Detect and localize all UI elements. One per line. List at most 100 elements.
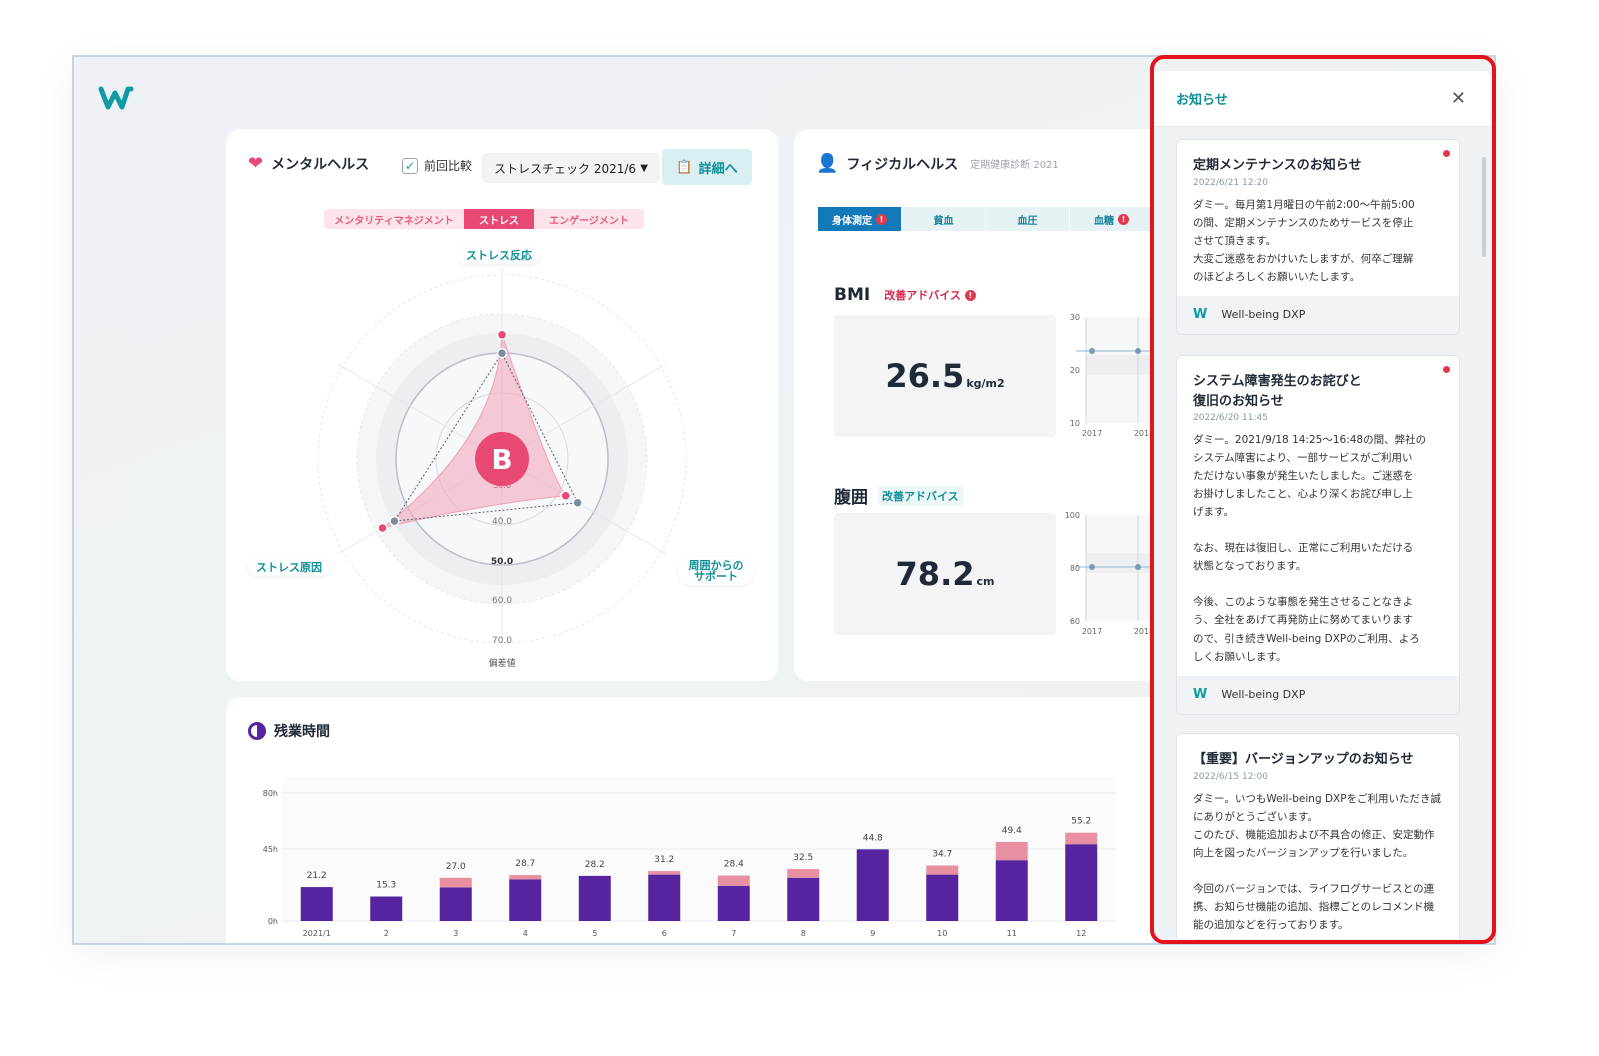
overtime-data-label: 31.2 bbox=[654, 855, 674, 865]
physical-health-card: 👤 フィジカルヘルス 定期健康診断 2021 身体測定! 貧血 血圧 血糖! BMI … bbox=[794, 129, 1194, 681]
physical-tab-label: 血圧 bbox=[1017, 215, 1038, 227]
overtime-data-label: 27.0 bbox=[446, 862, 466, 872]
notification-body: 【重要】バージョンアップのお知らせ 2022/6/15 12:00 ダミー。いつもW… bbox=[1177, 734, 1459, 939]
overtime-bar-base bbox=[787, 877, 820, 921]
bmi-value-box: 26.5 kg/m2 bbox=[834, 315, 1056, 437]
notification-card[interactable]: システム障害発生のお詫びと 復旧のお知らせ 2022/6/20 11:45 ダミー。… bbox=[1176, 355, 1460, 715]
notification-title-text: システム障害発生のお詫びと 復旧のお知らせ bbox=[1193, 374, 1362, 409]
close-icon[interactable]: ✕ bbox=[1451, 88, 1466, 109]
overtime-x-tick: 2021/1 bbox=[303, 929, 331, 938]
overtime-data-label: 49.4 bbox=[1002, 826, 1022, 836]
notification-scrollbar[interactable] bbox=[1482, 157, 1486, 257]
overtime-x-tick: 11 bbox=[1007, 929, 1017, 938]
overtime-bar-base bbox=[1065, 844, 1098, 921]
radar-axis-support: 周囲からのサポート bbox=[678, 557, 754, 585]
overtime-bar-base bbox=[926, 874, 959, 921]
overtime-x-tick: 9 bbox=[870, 929, 875, 938]
overtime-x-tick: 3 bbox=[453, 929, 458, 938]
waist-value: 78.2 bbox=[895, 555, 975, 593]
overtime-bar-extra bbox=[648, 871, 681, 875]
overtime-data-label: 55.2 bbox=[1071, 817, 1091, 827]
overtime-bar-base bbox=[439, 887, 472, 921]
overtime-x-tick: 2 bbox=[384, 929, 389, 938]
physical-tab-label: 身体測定 bbox=[832, 215, 872, 227]
mental-health-card: ❤ メンタルヘルス ✓ 前回比較 ストレスチェック 2021/6 ▼ 📋 詳細へ… bbox=[226, 129, 778, 681]
notification-header: お知らせ ✕ bbox=[1150, 71, 1490, 127]
overtime-bar-extra bbox=[787, 869, 820, 878]
bmi-label-row: BMI 改善アドバイス! bbox=[834, 285, 980, 305]
chart-y-tick: 0h bbox=[268, 917, 278, 926]
waist-value-box: 78.2 cm bbox=[834, 513, 1056, 635]
overtime-bar-extra bbox=[926, 865, 959, 875]
app-logo[interactable] bbox=[98, 83, 134, 113]
physical-tab[interactable]: 身体測定! bbox=[818, 207, 902, 231]
physical-tab[interactable]: 貧血 bbox=[902, 207, 986, 231]
physical-tab[interactable]: 血圧 bbox=[986, 207, 1070, 231]
overtime-data-label: 44.8 bbox=[863, 833, 883, 843]
overtime-bar-extra bbox=[717, 875, 750, 886]
overtime-data-label: 32.5 bbox=[793, 853, 813, 863]
overtime-x-tick: 10 bbox=[937, 929, 947, 938]
radar-scale-label: 70.0 bbox=[492, 636, 512, 646]
overtime-bar-base bbox=[995, 860, 1028, 921]
unread-dot-icon bbox=[1443, 150, 1450, 157]
physical-tab[interactable]: 血糖! bbox=[1070, 207, 1154, 231]
radar-previous-point bbox=[572, 497, 583, 508]
notification-date: 2022/6/20 11:45 bbox=[1193, 413, 1268, 423]
overtime-bar-base bbox=[717, 885, 750, 921]
waist-label-row: 腹囲 改善アドバイス bbox=[834, 483, 963, 508]
radar-scale-title: 偏差値 bbox=[488, 657, 515, 669]
overtime-bar-extra bbox=[995, 841, 1028, 861]
mini-chart-point bbox=[1135, 348, 1141, 354]
overtime-bar-base bbox=[578, 875, 611, 921]
notification-card[interactable]: 定期メンテナンスのお知らせ 2022/6/21 12:20 ダミー。毎月第1月曜日の… bbox=[1176, 139, 1460, 335]
overtime-data-label: 15.3 bbox=[376, 881, 396, 891]
bmi-advice-link[interactable]: 改善アドバイス! bbox=[880, 285, 980, 305]
unread-dot-icon bbox=[1443, 366, 1450, 373]
mini-chart-x-tick: 2017 bbox=[1082, 627, 1102, 636]
notification-footer: W Well-being DXP bbox=[1177, 675, 1459, 714]
mini-chart-y-tick: 20 bbox=[1070, 366, 1080, 375]
overtime-data-label: 28.7 bbox=[515, 859, 535, 869]
source-logo-icon: W bbox=[1193, 687, 1208, 703]
bmi-name: BMI bbox=[834, 285, 871, 305]
radar-scale-label: 50.0 bbox=[491, 557, 513, 567]
notification-card[interactable]: 【重要】バージョンアップのお知らせ 2022/6/15 12:00 ダミー。いつもW… bbox=[1176, 733, 1460, 939]
overtime-x-tick: 6 bbox=[662, 929, 667, 938]
overtime-bar-base bbox=[648, 874, 681, 921]
notification-date: 2022/6/15 12:00 bbox=[1193, 771, 1268, 782]
physical-tab-label: 血糖 bbox=[1094, 215, 1114, 227]
mini-chart-point bbox=[1089, 564, 1095, 570]
overtime-x-tick: 7 bbox=[731, 929, 736, 938]
physical-health-subtitle: 定期健康診断 2021 bbox=[970, 160, 1059, 171]
radar-axis-stress-cause: ストレス原因 bbox=[248, 559, 330, 576]
overtime-title: 残業時間 bbox=[274, 724, 330, 740]
source-logo-icon: W bbox=[1193, 307, 1208, 323]
notification-title-text: 【重要】バージョンアップのお知らせ bbox=[1193, 752, 1414, 767]
mini-chart-y-tick: 10 bbox=[1070, 419, 1080, 428]
overtime-bar-base bbox=[300, 887, 333, 921]
notification-date: 2022/6/21 12:20 bbox=[1193, 177, 1268, 188]
overtime-data-label: 34.7 bbox=[932, 849, 952, 859]
physical-tab-label: 貧血 bbox=[933, 215, 954, 227]
radar-axis-stress-reaction: ストレス反応 bbox=[458, 247, 540, 264]
overtime-bar-chart: 80h 45h 0h 21.2 2021/1 15.3 2 27.0 3 28.7 4 28.2 5 31… bbox=[263, 777, 1116, 938]
notification-title-text: 定期メンテナンスのお知らせ bbox=[1193, 158, 1362, 173]
notification-text: ダミー。2021/9/18 14:25〜16:48の間、弊社の システム障害によ… bbox=[1193, 434, 1427, 663]
radar-current-point bbox=[496, 329, 508, 341]
radar-previous-point bbox=[389, 515, 400, 527]
physical-health-header: 👤 フィジカルヘルス 定期健康診断 2021 bbox=[816, 153, 1059, 174]
waist-advice-link[interactable]: 改善アドバイス bbox=[878, 485, 963, 506]
overtime-x-tick: 5 bbox=[592, 929, 597, 938]
notification-text: ダミー。毎月第1月曜日の午前2:00〜午前5:00 の間、定期メンテナンスのため… bbox=[1193, 198, 1415, 283]
bmi-advice-label: 改善アドバイス bbox=[884, 289, 961, 302]
mini-chart-point bbox=[1135, 564, 1141, 570]
chart-y-tick: 45h bbox=[263, 845, 278, 854]
overtime-header: 残業時間 bbox=[248, 721, 330, 741]
overtime-bar-base bbox=[370, 896, 403, 921]
mini-chart-point bbox=[1089, 348, 1095, 354]
overtime-bar-extra bbox=[1065, 832, 1098, 845]
radar-current-point bbox=[377, 522, 388, 534]
notification-footer: W Well-being DXP bbox=[1177, 295, 1459, 334]
notification-body: 定期メンテナンスのお知らせ 2022/6/21 12:20 ダミー。毎月第1月曜日の… bbox=[1177, 140, 1459, 296]
